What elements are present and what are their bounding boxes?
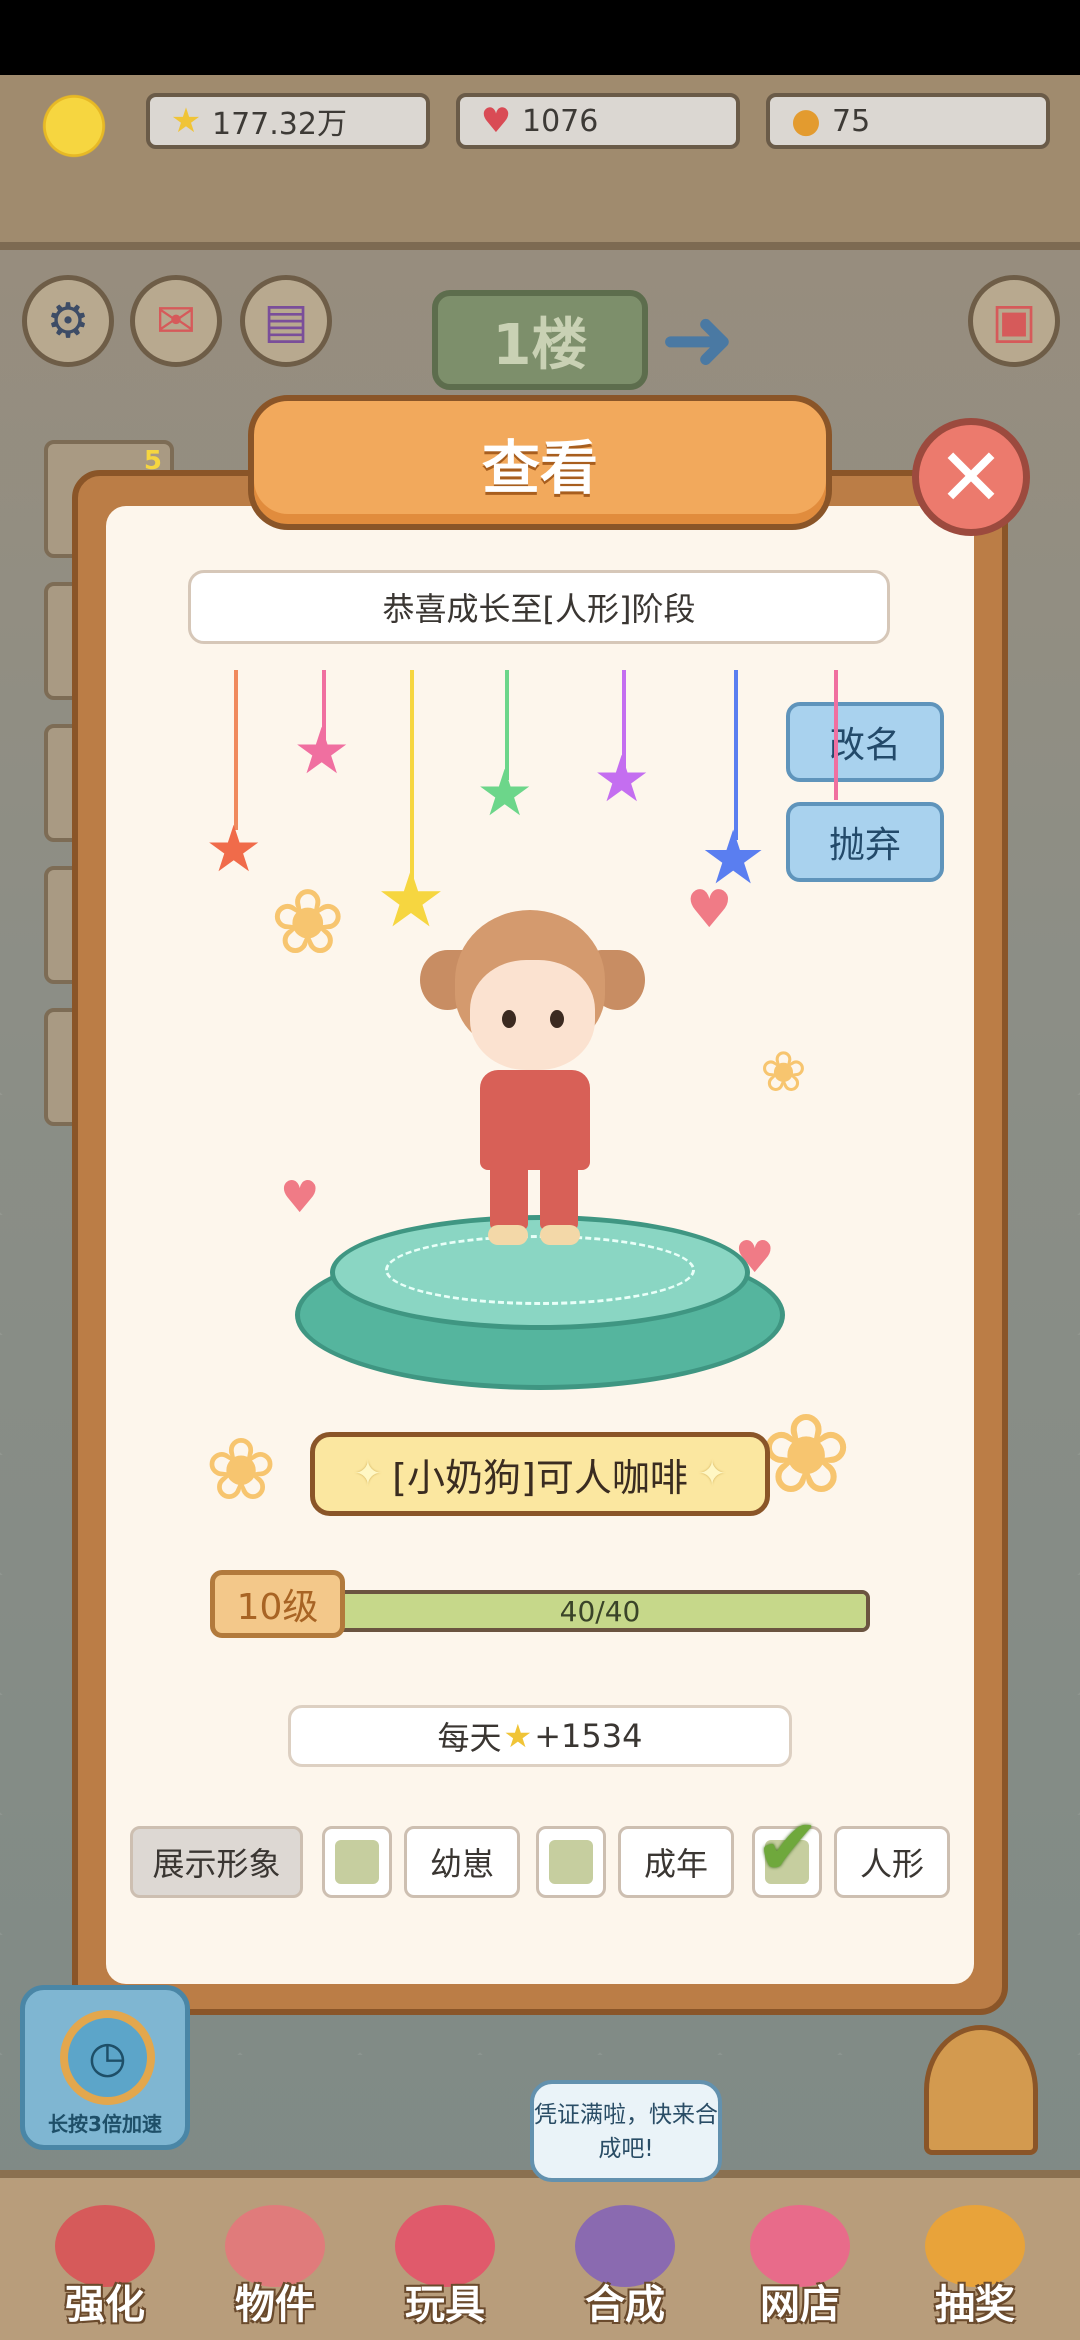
star-decoration-icon: ★ (293, 715, 351, 789)
paw-print-icon: ❀ (270, 870, 346, 975)
star-icon: ★ (503, 1717, 533, 1755)
coins-value: 75 (832, 103, 871, 139)
star-decoration-icon: ★ (593, 743, 651, 817)
pet-overalls (480, 1070, 590, 1170)
nav-label: 强化 (65, 2282, 145, 2328)
sun-icon[interactable] (38, 90, 110, 162)
pet-leg (490, 1160, 528, 1230)
level-badge: 10级 (210, 1570, 345, 1638)
settings-gear-icon[interactable]: ⚙ (22, 275, 114, 367)
nav-label: 合成 (585, 2282, 665, 2328)
star-decoration-icon: ★ (376, 855, 446, 945)
daily-income: 每天 ★ +1534 (288, 1705, 792, 1767)
stage-checkbox-adult[interactable] (536, 1826, 606, 1898)
nav-upgrade[interactable]: 强化 (35, 2205, 175, 2330)
pet-name: [小奶狗]可人咖啡 (392, 1455, 688, 1500)
pet-shoe (540, 1225, 580, 1245)
congrats-banner: 恭喜成长至[人形]阶段 (188, 570, 890, 644)
paw-coin-icon: ● (791, 101, 821, 141)
hearts-value: 1076 (522, 103, 599, 139)
checkmark-icon: ✔ (755, 1803, 821, 1893)
stage-checkbox-human[interactable]: ✔ (752, 1803, 822, 1898)
exit-door-icon[interactable] (924, 2025, 1038, 2155)
merge-hint-bubble: 凭证满啦，快来合成吧! (530, 2080, 722, 2182)
floor-label: 1楼 (492, 312, 588, 378)
pet-leg (540, 1160, 578, 1230)
speedup-label: 长按3倍加速 (48, 2112, 162, 2136)
star-string (410, 670, 414, 880)
daily-value: +1534 (534, 1717, 643, 1755)
checkbox-box (549, 1840, 593, 1884)
stars-counter: ★ 177.32万 (146, 93, 430, 149)
book-icon[interactable]: ▤ (240, 275, 332, 367)
star-string (834, 670, 838, 800)
pet-name-plate: ✦ [小奶狗]可人咖啡 ✦ (310, 1432, 770, 1516)
heart-icon: ♥ (280, 1172, 320, 1223)
sparkle-icon: ✦ (697, 1454, 727, 1494)
star-string (234, 670, 238, 830)
stage-option-adult[interactable]: 成年 (618, 1826, 734, 1898)
mail-icon[interactable]: ✉ (130, 275, 222, 367)
sparkle-icon: ✦ (353, 1454, 383, 1494)
nav-label: 网店 (760, 2282, 840, 2328)
star-icon: ★ (170, 101, 202, 141)
heart-icon: ♥ (686, 880, 733, 940)
nav-lottery[interactable]: 抽奖 (905, 2205, 1045, 2330)
nav-label: 物件 (235, 2282, 315, 2328)
nav-shop[interactable]: 网店 (730, 2205, 870, 2330)
pet-shoe (488, 1225, 528, 1245)
close-icon: ✕ (937, 430, 1005, 524)
status-bar (0, 0, 1080, 75)
daily-prefix: 每天 (437, 1719, 502, 1757)
dialog-title-plate: 查看 (248, 395, 832, 530)
xp-progress-text: 40/40 (559, 1594, 641, 1628)
nav-label: 玩具 (405, 2282, 485, 2328)
gift-icon[interactable]: ▣ (968, 275, 1060, 367)
pet-face (470, 960, 595, 1070)
stars-value: 177.32万 (212, 107, 347, 142)
stage-checkbox-cub[interactable] (322, 1826, 392, 1898)
checkbox-box (335, 1840, 379, 1884)
nav-toys[interactable]: 玩具 (375, 2205, 515, 2330)
paw-print-icon: ❀ (205, 1420, 278, 1520)
dialog-title: 查看 (481, 433, 598, 502)
stage-option-human[interactable]: 人形 (834, 1826, 950, 1898)
pet-eye (550, 1010, 564, 1028)
speedup-timer-button[interactable]: ◷ 长按3倍加速 (20, 1985, 190, 2150)
floor-sign[interactable]: 1楼 (432, 290, 648, 390)
nav-merge[interactable]: 合成 (555, 2205, 695, 2330)
hearts-counter: ♥ 1076 (456, 93, 740, 149)
rename-button[interactable]: 改名 (786, 702, 944, 782)
star-decoration-icon: ★ (476, 757, 534, 831)
nav-label: 抽奖 (935, 2282, 1015, 2328)
abandon-button[interactable]: 抛弃 (786, 802, 944, 882)
coins-counter: ● 75 (766, 93, 1050, 149)
pet-character[interactable] (420, 910, 660, 1290)
display-form-label: 展示形象 (130, 1826, 303, 1898)
xp-progress-bar: 40/40 (330, 1590, 870, 1632)
paw-print-icon: ❀ (760, 1040, 807, 1105)
clock-icon: ◷ (60, 2010, 155, 2105)
pet-eye (502, 1010, 516, 1028)
stage-option-cub[interactable]: 幼崽 (404, 1826, 520, 1898)
star-decoration-icon: ★ (205, 813, 263, 887)
next-floor-arrow-icon[interactable]: ➜ (660, 290, 744, 390)
winged-heart-icon: ♥ (480, 101, 512, 141)
nav-items[interactable]: 物件 (205, 2205, 345, 2330)
close-button[interactable]: ✕ (912, 418, 1030, 536)
paw-print-icon: ❀ (760, 1390, 853, 1518)
